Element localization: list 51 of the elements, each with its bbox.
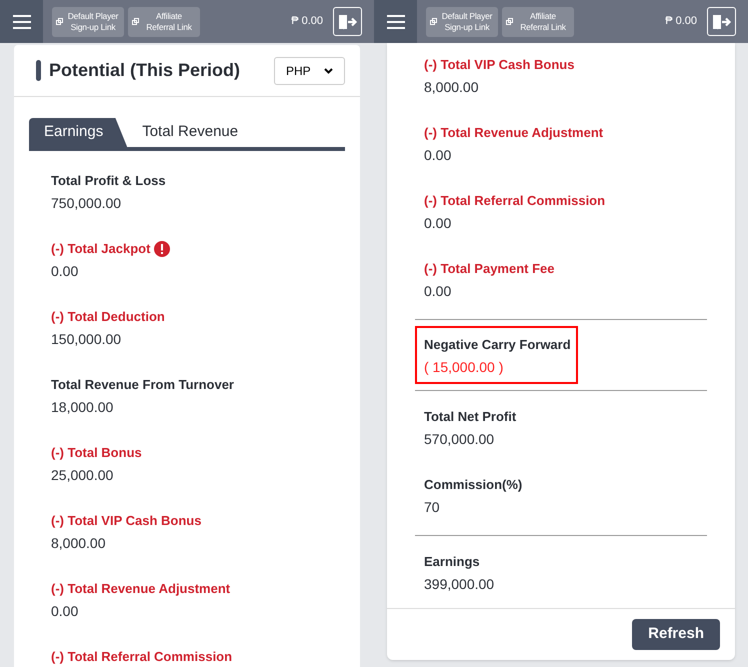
link-icon (506, 18, 513, 25)
item-value: 25,000.00 (51, 466, 114, 485)
item-label: (-) Total VIP Cash Bonus (424, 56, 574, 74)
item-label: Total Net Profit (424, 408, 516, 426)
item-value: 150,000.00 (51, 330, 122, 349)
refresh-button[interactable]: Refresh (632, 619, 720, 650)
item-label: (-) Total Bonus (51, 444, 142, 462)
menu-button[interactable] (374, 0, 417, 43)
item-label: (-) Total Referral Commission (51, 648, 232, 666)
logout-button[interactable] (333, 7, 362, 36)
logout-button[interactable] (707, 7, 736, 36)
link-icon (132, 18, 139, 25)
currency-select[interactable]: PHP (274, 56, 345, 84)
item-value: 0.00 (424, 282, 452, 301)
tab[interactable]: Earnings (29, 118, 128, 147)
item-value: 0.00 (51, 602, 80, 621)
item-label: (-) Total Referral Commission (424, 192, 606, 210)
item-value: 8,000.00 (424, 78, 480, 97)
logout-icon (338, 14, 358, 30)
item-label: (-) Total Revenue Adjustment (424, 124, 604, 142)
item-label: Negative Carry Forward (424, 336, 571, 354)
menu-icon (12, 14, 30, 28)
item-label: (-) Total Revenue Adjustment (51, 580, 230, 598)
item-label: (-) Total Payment Fee (424, 260, 555, 278)
item-value: 0.00 (424, 146, 452, 165)
item-value: 0.00 (51, 262, 80, 281)
logout-icon (712, 14, 732, 30)
menu-icon (386, 14, 404, 28)
item-value: 8,000.00 (51, 534, 106, 553)
item-label: Total Revenue From Turnover (51, 376, 234, 394)
item-value: 570,000.00 (424, 430, 496, 449)
item-value: 18,000.00 (51, 398, 114, 417)
card-title: Potential (This Period) (49, 59, 240, 82)
item-value: 399,000.00 (424, 575, 496, 594)
link-icon (430, 18, 437, 25)
balance-text: ₱ 0.00 (291, 14, 323, 30)
item-value: 70 (424, 498, 441, 517)
item-label: Total Profit & Loss (51, 172, 166, 190)
title-accent-bar (36, 60, 41, 81)
menu-button[interactable] (0, 0, 43, 43)
item-value: 750,000.00 (51, 194, 122, 213)
link-icon (56, 18, 63, 25)
item-value: 0.00 (424, 214, 452, 233)
item-label: (-) Total Deduction (51, 308, 165, 326)
item-value: ( 15,000.00 ) (424, 358, 504, 377)
balance-text: ₱ 0.00 (665, 14, 697, 30)
item-label: Earnings (424, 553, 480, 571)
item-label: (-) Total VIP Cash Bonus (51, 512, 202, 530)
item-label: Commission(%) (424, 476, 522, 494)
item-label: (-) Total Jackpot (51, 240, 150, 258)
chevron-icon (324, 68, 333, 74)
